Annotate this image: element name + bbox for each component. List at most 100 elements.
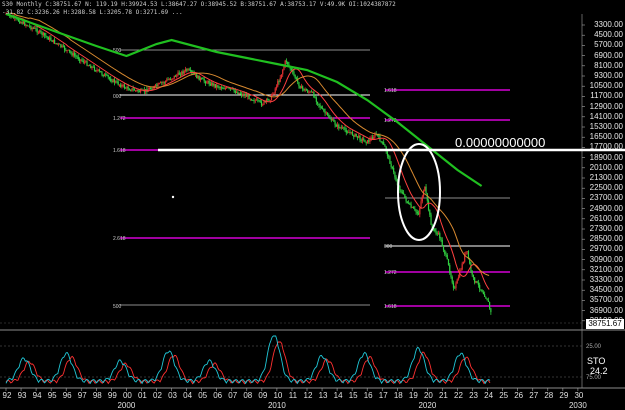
candle-body xyxy=(282,69,284,75)
candle-body xyxy=(305,89,307,91)
candle-body xyxy=(162,82,164,84)
candle-body xyxy=(318,103,320,106)
candle-body xyxy=(85,61,87,63)
candle-body xyxy=(73,53,76,56)
current-price-badge[interactable]: 38751.67 xyxy=(586,319,624,329)
candle-body xyxy=(136,90,138,91)
candle-body xyxy=(77,56,79,60)
year-tick-label: 15 xyxy=(348,391,358,400)
candle-body xyxy=(480,289,482,291)
candle-body xyxy=(412,207,415,209)
candle-body xyxy=(120,84,122,87)
candle-body xyxy=(206,82,208,84)
decade-tick-label: 2010 xyxy=(267,401,286,410)
candle-body xyxy=(411,207,413,208)
candle-body xyxy=(228,87,230,89)
price-tick-label: 16500.00 xyxy=(589,132,623,142)
candle-body xyxy=(103,74,106,77)
candle-body xyxy=(118,84,121,86)
candle-body xyxy=(414,208,416,210)
year-tick-label: 28 xyxy=(544,391,554,400)
candle-body xyxy=(391,167,393,168)
year-tick-label: 12 xyxy=(303,391,313,400)
candle-body xyxy=(383,142,385,145)
candle-body xyxy=(354,133,356,137)
candle-body xyxy=(380,141,382,143)
candle-body xyxy=(389,156,391,164)
price-tick-label: 12900.00 xyxy=(589,101,623,111)
candle-body xyxy=(403,192,405,195)
candle-body xyxy=(275,86,278,89)
candle-body xyxy=(395,177,397,182)
candle-body xyxy=(167,79,169,81)
candle-body xyxy=(166,79,168,82)
year-tick-label: 96 xyxy=(62,391,72,400)
candle-body xyxy=(409,203,411,205)
year-tick-label: 22 xyxy=(454,391,463,400)
candle-body xyxy=(338,124,340,129)
candle-body xyxy=(31,27,33,30)
candle-body xyxy=(479,284,481,290)
candle-body xyxy=(68,49,71,52)
candle-body xyxy=(51,40,53,42)
candle-body xyxy=(336,124,339,127)
candle-body xyxy=(83,61,86,63)
candle-body xyxy=(42,32,44,35)
year-tick-label: 19 xyxy=(408,391,418,400)
candle-body xyxy=(368,140,370,142)
candle-body xyxy=(67,49,69,51)
candle-body xyxy=(359,135,361,141)
candle-body xyxy=(194,74,197,76)
candle-body xyxy=(475,281,477,283)
fib-level-label: 1.272 xyxy=(384,270,397,276)
candle-body xyxy=(148,88,150,90)
candle-body xyxy=(181,71,183,76)
price-tick-label: 34500.00 xyxy=(589,285,623,295)
candle-body xyxy=(239,92,241,94)
candle-body xyxy=(360,140,362,141)
candle-body xyxy=(436,233,438,235)
candle-body xyxy=(440,238,442,240)
candle-body xyxy=(346,132,349,134)
fib-level-label: 1.618 xyxy=(113,148,126,154)
candle-body xyxy=(348,132,350,134)
candle-body xyxy=(132,88,134,90)
candle-body xyxy=(388,155,390,157)
candle-body xyxy=(399,185,401,191)
price-chart[interactable]: 5000001.2721.6182.6185001.6181.2720001.2… xyxy=(0,0,625,410)
candle-body xyxy=(294,75,296,79)
candle-body xyxy=(267,98,269,100)
year-tick-label: 92 xyxy=(2,391,12,400)
candle-body xyxy=(425,186,427,194)
candle-body xyxy=(457,277,460,280)
candle-body xyxy=(400,190,402,193)
candle-body xyxy=(250,99,253,101)
candle-body xyxy=(262,104,264,106)
candle-body xyxy=(213,83,215,86)
candle-body xyxy=(237,91,239,95)
candle-body xyxy=(309,91,311,93)
candle-body xyxy=(111,81,113,83)
candle-body xyxy=(204,81,207,84)
year-tick-label: 10 xyxy=(273,391,283,400)
candle-body xyxy=(182,71,184,74)
oscillator-label: STO xyxy=(587,356,606,366)
candle-body xyxy=(394,172,396,178)
candle-body xyxy=(437,233,440,234)
candle-body xyxy=(324,111,326,114)
candle-body xyxy=(477,282,480,285)
candle-body xyxy=(32,27,35,29)
price-tick-label: 29700.00 xyxy=(589,244,623,254)
candle-body xyxy=(172,78,174,80)
decade-tick-label: 2000 xyxy=(117,401,136,410)
candle-body xyxy=(234,90,236,93)
candle-body xyxy=(426,193,428,201)
candle-body xyxy=(299,86,301,89)
year-tick-label: 13 xyxy=(318,391,328,400)
candle-body xyxy=(110,78,112,82)
candle-body xyxy=(308,92,310,93)
candle-body xyxy=(273,92,275,95)
year-tick-label: 30 xyxy=(574,391,584,400)
candle-body xyxy=(476,281,478,283)
candle-body xyxy=(278,81,280,83)
